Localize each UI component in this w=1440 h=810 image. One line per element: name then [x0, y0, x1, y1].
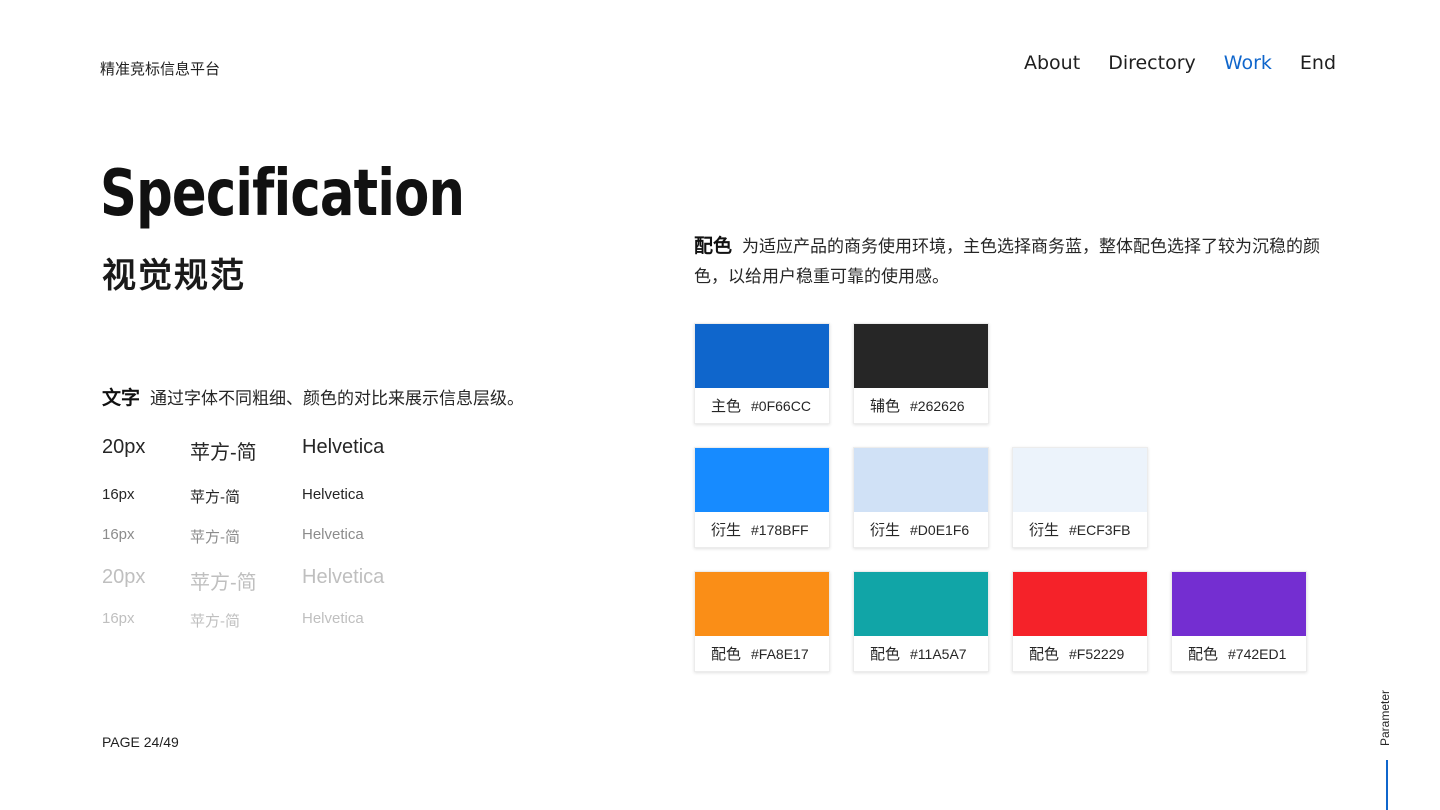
text-section-desc: 通过字体不同粗细、颜色的对比来展示信息层级。: [150, 389, 525, 408]
swatch-hex: #F52229: [1069, 645, 1125, 662]
color-swatch-derived-1: 衍生 #178BFF: [694, 447, 830, 548]
side-accent-line: [1386, 760, 1388, 810]
type-font-cn: 苹方-简: [190, 489, 240, 506]
text-section-label: 文字: [102, 388, 141, 409]
type-font-cn: 苹方-简: [190, 442, 257, 464]
nav-directory[interactable]: Directory: [1108, 52, 1196, 74]
side-section-text: Parameter: [1378, 689, 1392, 746]
text-section-header: 文字 通过字体不同粗细、颜色的对比来展示信息层级。: [102, 383, 524, 410]
nav-end[interactable]: End: [1300, 52, 1336, 74]
color-swatch-derived-2: 衍生 #D0E1F6: [853, 447, 989, 548]
swatch-fill: [695, 324, 829, 388]
color-swatch-secondary: 辅色 #262626: [853, 323, 989, 424]
color-swatch-derived-3: 衍生 #ECF3FB: [1012, 447, 1148, 548]
color-section-header: 配色 为适应产品的商务使用环境，主色选择商务蓝，整体配色选择了较为沉稳的颜色，以给…: [694, 232, 1344, 292]
nav-work[interactable]: Work: [1221, 52, 1275, 74]
swatch-name: 配色: [1029, 646, 1060, 663]
swatch-fill: [695, 448, 829, 512]
swatch-fill: [1172, 572, 1306, 636]
color-section-desc: 为适应产品的商务使用环境，主色选择商务蓝，整体配色选择了较为沉稳的颜色，以给用户…: [694, 237, 1321, 286]
swatch-fill: [854, 572, 988, 636]
swatch-name: 主色: [711, 398, 742, 415]
side-section-label: Parameter: [1378, 680, 1398, 750]
nav-about[interactable]: About: [1024, 52, 1080, 74]
swatch-fill: [1013, 448, 1147, 512]
swatch-fill: [854, 448, 988, 512]
swatch-fill: [695, 572, 829, 636]
type-font-cn: 苹方-简: [190, 529, 240, 546]
swatch-hex: #178BFF: [751, 521, 809, 538]
color-swatch-accent-orange: 配色 #FA8E17: [694, 571, 830, 672]
page-subtitle: 视觉规范: [102, 257, 246, 295]
color-swatch-accent-purple: 配色 #742ED1: [1171, 571, 1307, 672]
type-font-en: Helvetica: [302, 436, 385, 458]
swatch-fill: [854, 324, 988, 388]
type-font-cn: 苹方-简: [190, 613, 240, 630]
swatch-name: 配色: [870, 646, 901, 663]
swatch-name: 配色: [1188, 646, 1219, 663]
swatch-hex: #262626: [910, 397, 965, 414]
swatch-name: 衍生: [711, 522, 742, 539]
type-font-en: Helvetica: [302, 610, 364, 627]
type-size: 16px: [102, 486, 135, 503]
type-font-en: Helvetica: [302, 486, 364, 503]
swatch-name: 配色: [711, 646, 742, 663]
type-font-en: Helvetica: [302, 526, 364, 543]
color-section-label: 配色: [694, 236, 733, 257]
type-size: 20px: [102, 436, 146, 458]
swatch-name: 衍生: [1029, 522, 1060, 539]
swatch-hex: #11A5A7: [910, 645, 967, 662]
color-swatch-accent-teal: 配色 #11A5A7: [853, 571, 989, 672]
swatch-name: 辅色: [870, 398, 901, 415]
color-swatch-accent-red: 配色 #F52229: [1012, 571, 1148, 672]
page-number: PAGE 24/49: [102, 734, 179, 750]
swatch-hex: #0F66CC: [751, 397, 811, 414]
page-title: Specification: [100, 157, 465, 231]
type-size: 16px: [102, 610, 135, 627]
color-swatch-primary: 主色 #0F66CC: [694, 323, 830, 424]
swatch-fill: [1013, 572, 1147, 636]
swatch-hex: #742ED1: [1228, 645, 1287, 662]
swatch-hex: #FA8E17: [751, 645, 809, 662]
brand-name: 精准竞标信息平台: [100, 61, 221, 78]
type-font-cn: 苹方-简: [190, 572, 257, 594]
swatch-hex: #D0E1F6: [910, 521, 970, 538]
type-size: 16px: [102, 526, 135, 543]
top-nav: About Directory Work End: [1024, 52, 1336, 74]
swatch-hex: #ECF3FB: [1069, 521, 1131, 538]
type-size: 20px: [102, 566, 146, 588]
swatch-name: 衍生: [870, 522, 901, 539]
type-font-en: Helvetica: [302, 566, 385, 588]
